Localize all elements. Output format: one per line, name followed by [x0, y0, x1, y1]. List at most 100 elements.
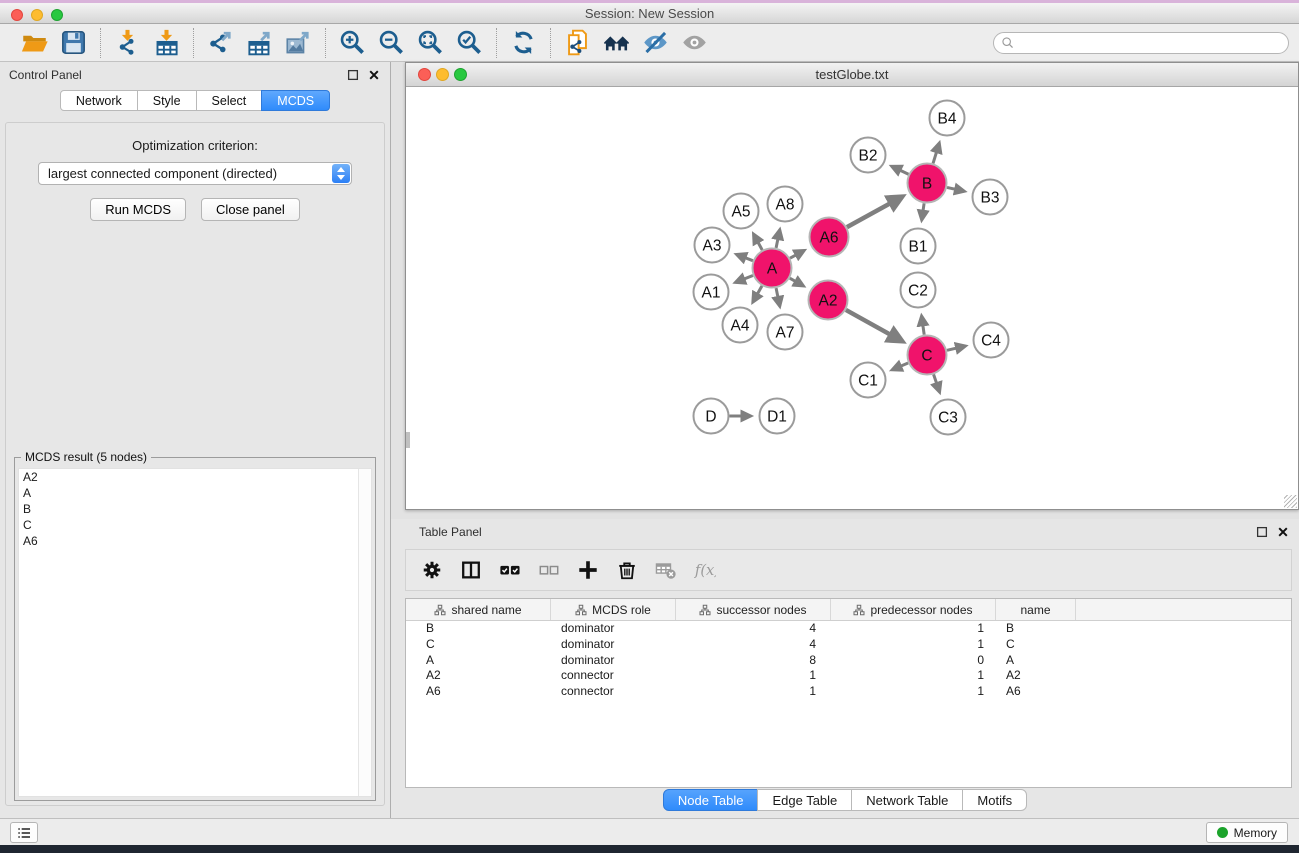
zoom-out-icon[interactable] — [378, 29, 405, 56]
minimize-window-icon[interactable] — [31, 9, 43, 21]
import-table-icon[interactable] — [153, 29, 180, 56]
first-neighbors-icon[interactable] — [603, 29, 630, 56]
graph-node-B2[interactable]: B2 — [851, 138, 886, 173]
graph-node-A3[interactable]: A3 — [695, 228, 730, 263]
graph-node-A1[interactable]: A1 — [694, 275, 729, 310]
tab-edge-table[interactable]: Edge Table — [757, 789, 852, 811]
column-header-shared-name[interactable]: shared name — [406, 599, 551, 620]
table-row[interactable]: Bdominator41B — [406, 621, 1291, 637]
mcds-result-item[interactable]: C — [19, 517, 371, 533]
graph-edge-B-B2[interactable] — [892, 166, 909, 174]
close-panel-button[interactable]: Close panel — [201, 198, 300, 221]
table-row[interactable]: A2connector11A2 — [406, 668, 1291, 684]
graph-node-A2[interactable]: A2 — [809, 281, 848, 320]
panel-menu-button[interactable] — [10, 822, 38, 843]
run-mcds-button[interactable]: Run MCDS — [90, 198, 186, 221]
column-header-name[interactable]: name — [996, 599, 1076, 620]
optimization-criterion-dropdown[interactable]: largest connected component (directed) — [38, 162, 352, 185]
tab-network-table[interactable]: Network Table — [851, 789, 963, 811]
network-window-titlebar[interactable]: testGlobe.txt — [406, 63, 1298, 87]
graph-edge-B-B4[interactable] — [933, 143, 939, 163]
graph-edge-C-C4[interactable] — [947, 346, 965, 350]
graph-node-D[interactable]: D — [694, 399, 729, 434]
zoom-network-window-icon[interactable] — [454, 68, 467, 81]
zoom-fit-icon[interactable] — [417, 29, 444, 56]
create-column-icon[interactable] — [577, 559, 599, 581]
close-window-icon[interactable] — [11, 9, 23, 21]
graph-edge-A-A7[interactable] — [776, 288, 780, 306]
settings-gear-icon[interactable] — [421, 559, 443, 581]
minimize-network-window-icon[interactable] — [436, 68, 449, 81]
tab-network[interactable]: Network — [60, 90, 138, 111]
graph-edge-A2-C[interactable] — [846, 310, 902, 341]
graph-node-B[interactable]: B — [908, 164, 947, 203]
export-table-icon[interactable] — [246, 29, 273, 56]
scrollbar-track[interactable] — [358, 469, 371, 796]
resize-grip-icon[interactable] — [1284, 495, 1297, 508]
tab-style[interactable]: Style — [137, 90, 197, 111]
tab-node-table[interactable]: Node Table — [663, 789, 759, 811]
graph-node-C[interactable]: C — [908, 336, 947, 375]
graph-edge-A-A8[interactable] — [776, 230, 780, 248]
graph-edge-C-C1[interactable] — [892, 363, 908, 370]
column-header-MCDS-role[interactable]: MCDS role — [551, 599, 676, 620]
graph-edge-A-A5[interactable] — [754, 234, 763, 250]
table-row[interactable]: A6connector11A6 — [406, 684, 1291, 700]
open-file-icon[interactable] — [21, 29, 48, 56]
import-network-icon[interactable] — [114, 29, 141, 56]
close-table-panel-icon[interactable] — [1276, 525, 1290, 539]
graph-node-A4[interactable]: A4 — [723, 308, 758, 343]
scrollbar-thumb[interactable] — [406, 432, 410, 448]
network-canvas[interactable]: B4B2BB3A8A5A6A3B1AC2A1A2A4A7C4CC1C3DD1 — [406, 87, 1298, 509]
graph-node-C3[interactable]: C3 — [931, 400, 966, 435]
graph-edge-A-A6[interactable] — [790, 251, 804, 259]
unselect-all-columns-icon[interactable] — [538, 559, 560, 581]
save-session-icon[interactable] — [60, 29, 87, 56]
graph-node-B4[interactable]: B4 — [930, 101, 965, 136]
graph-edge-A-A1[interactable] — [736, 276, 753, 283]
select-all-columns-icon[interactable] — [499, 559, 521, 581]
graph-node-A6[interactable]: A6 — [810, 218, 849, 257]
graph-edge-B-B3[interactable] — [947, 187, 964, 191]
search-input[interactable] — [993, 32, 1289, 54]
new-network-from-selection-icon[interactable] — [564, 29, 591, 56]
tab-motifs[interactable]: Motifs — [962, 789, 1027, 811]
close-network-window-icon[interactable] — [418, 68, 431, 81]
refresh-layout-icon[interactable] — [510, 29, 537, 56]
table-row[interactable]: Adominator80A — [406, 653, 1291, 669]
mcds-result-item[interactable]: A6 — [19, 533, 371, 549]
graph-edge-A-A3[interactable] — [737, 254, 753, 260]
tab-mcds[interactable]: MCDS — [261, 90, 330, 111]
table-row[interactable]: Cdominator41C — [406, 637, 1291, 653]
graph-edge-B-B1[interactable] — [922, 203, 924, 219]
graph-edge-A6-B[interactable] — [847, 197, 902, 227]
graph-node-C1[interactable]: C1 — [851, 363, 886, 398]
graph-node-B1[interactable]: B1 — [901, 229, 936, 264]
hide-selected-icon[interactable] — [642, 29, 669, 56]
mcds-result-item[interactable]: A2 — [19, 469, 371, 485]
graph-node-A5[interactable]: A5 — [724, 194, 759, 229]
zoom-window-icon[interactable] — [51, 9, 63, 21]
graph-node-A[interactable]: A — [753, 249, 792, 288]
graph-node-B3[interactable]: B3 — [973, 180, 1008, 215]
export-image-icon[interactable] — [285, 29, 312, 56]
graph-node-A8[interactable]: A8 — [768, 187, 803, 222]
float-panel-icon[interactable] — [346, 68, 360, 82]
zoom-in-icon[interactable] — [339, 29, 366, 56]
tab-select[interactable]: Select — [196, 90, 263, 111]
mcds-result-list[interactable]: A2ABCA6 — [18, 468, 372, 797]
float-table-panel-icon[interactable] — [1255, 525, 1269, 539]
mcds-result-item[interactable]: B — [19, 501, 371, 517]
export-network-icon[interactable] — [207, 29, 234, 56]
graph-node-A7[interactable]: A7 — [768, 315, 803, 350]
column-header-successor-nodes[interactable]: successor nodes — [676, 599, 831, 620]
graph-edge-A-A2[interactable] — [790, 278, 803, 286]
memory-button[interactable]: Memory — [1206, 822, 1288, 843]
graph-node-C4[interactable]: C4 — [974, 323, 1009, 358]
graph-edge-C-C2[interactable] — [922, 316, 925, 334]
graph-edge-A-A4[interactable] — [753, 286, 762, 302]
split-table-icon[interactable] — [460, 559, 482, 581]
graph-node-C2[interactable]: C2 — [901, 273, 936, 308]
column-header-predecessor-nodes[interactable]: predecessor nodes — [831, 599, 996, 620]
close-panel-icon[interactable] — [367, 68, 381, 82]
